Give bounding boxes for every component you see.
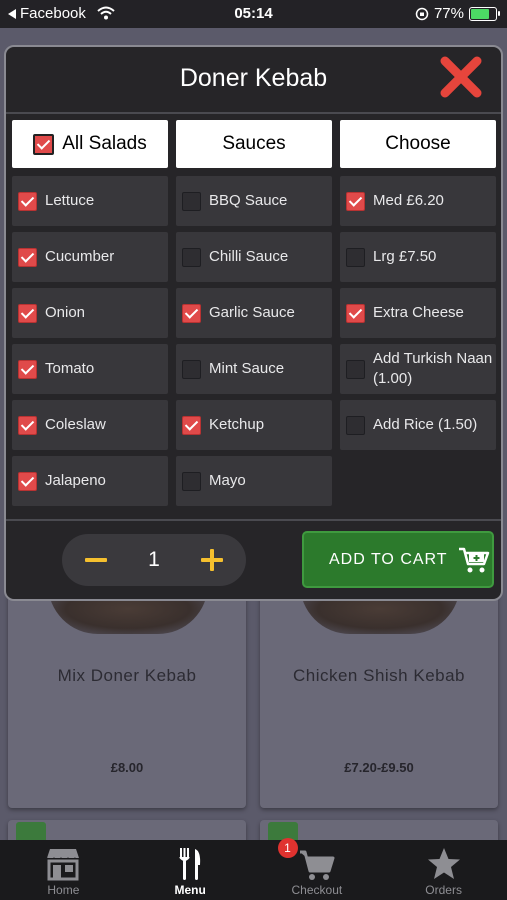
checkbox-icon (182, 471, 201, 491)
checkbox-icon (182, 359, 201, 379)
item-options-modal: Doner Kebab All Salads Lettuce Cucumber … (4, 45, 503, 601)
option-label: Extra Cheese (373, 303, 464, 321)
option-label: Cucumber (45, 247, 115, 265)
checkbox-icon (346, 359, 365, 379)
checkbox-icon (346, 191, 365, 211)
footer-divider (6, 519, 501, 521)
all-salads-toggle[interactable]: All Salads (12, 120, 168, 168)
option-med-size[interactable]: Med £6.20 (340, 176, 496, 226)
quantity-stepper: 1 (62, 534, 246, 586)
tab-home[interactable]: Home (0, 840, 127, 900)
menu-item-price: £7.20-£9.50 (344, 760, 414, 775)
add-to-cart-button[interactable]: ADD TO CART (302, 531, 494, 588)
option-coleslaw[interactable]: Coleslaw (12, 400, 168, 450)
option-add-rice[interactable]: Add Rice (1.50) (340, 400, 496, 450)
battery-percent: 77% (433, 5, 464, 22)
tab-orders[interactable]: Orders (380, 840, 507, 900)
option-label: Jalapeno (45, 471, 106, 489)
menu-item-card[interactable]: Chicken Shish Kebab £7.20-£9.50 (260, 584, 498, 808)
checkbox-icon (18, 191, 37, 211)
add-to-cart-label: ADD TO CART (329, 550, 448, 568)
checkbox-icon (18, 471, 37, 491)
option-label: Ketchup (209, 415, 265, 433)
checkbox-icon (182, 191, 201, 211)
option-ketchup[interactable]: Ketchup (176, 400, 332, 450)
option-turkish-naan[interactable]: Add Turkish Naan (1.00) (340, 344, 496, 394)
option-tomato[interactable]: Tomato (12, 344, 168, 394)
close-x-icon[interactable] (437, 55, 485, 99)
checkbox-icon (346, 247, 365, 267)
choose-column: Choose Med £6.20 Lrg £7.50 Extra Cheese … (340, 120, 496, 450)
battery-icon (469, 6, 500, 21)
orientation-lock-icon (415, 7, 429, 20)
star-icon (427, 848, 460, 879)
option-label: Lettuce (45, 191, 95, 209)
option-mayo[interactable]: Mayo (176, 456, 332, 506)
cart-count-badge: 1 (277, 838, 298, 858)
checkbox-icon (346, 415, 365, 435)
cart-icon (299, 850, 335, 880)
option-label: Coleslaw (45, 415, 106, 433)
checkbox-icon (33, 133, 55, 155)
option-label: Tomato (45, 359, 95, 377)
status-bar: Facebook 05:14 77% (0, 0, 507, 28)
menu-item-price: £8.00 (110, 760, 144, 775)
option-garlic-sauce[interactable]: Garlic Sauce (176, 288, 332, 338)
checkbox-icon (18, 247, 37, 267)
menu-item-name: Mix Doner Kebab (57, 666, 197, 685)
sauces-header[interactable]: Sauces (176, 120, 332, 168)
checkbox-icon (182, 303, 201, 323)
column-header-label: Choose (385, 133, 451, 154)
option-extra-cheese[interactable]: Extra Cheese (340, 288, 496, 338)
checkbox-icon (182, 415, 201, 435)
tab-label: Home (47, 883, 80, 897)
option-onion[interactable]: Onion (12, 288, 168, 338)
column-header-label: All Salads (62, 133, 147, 154)
checkbox-icon (346, 303, 365, 323)
modal-header: Doner Kebab (6, 47, 501, 114)
option-label: Lrg £7.50 (373, 247, 437, 265)
option-cucumber[interactable]: Cucumber (12, 232, 168, 282)
tab-label: Orders (425, 883, 462, 897)
minus-icon[interactable] (76, 540, 116, 580)
option-label: Chilli Sauce (209, 247, 289, 265)
option-mint-sauce[interactable]: Mint Sauce (176, 344, 332, 394)
option-label: Garlic Sauce (209, 303, 295, 321)
option-label: Mint Sauce (209, 359, 285, 377)
option-label: Onion (45, 303, 86, 321)
menu-item-name: Chicken Shish Kebab (292, 666, 466, 685)
checkbox-icon (18, 303, 37, 323)
modal-title: Doner Kebab (179, 64, 328, 92)
option-label: Med £6.20 (373, 191, 444, 209)
option-jalapeno[interactable]: Jalapeno (12, 456, 168, 506)
fork-knife-icon (179, 848, 201, 880)
menu-item-card[interactable]: Mix Doner Kebab £8.00 (8, 584, 246, 808)
tab-label: Menu (174, 883, 206, 897)
option-lrg-size[interactable]: Lrg £7.50 (340, 232, 496, 282)
bottom-tab-bar: Home Menu 1 Checkout Orders (0, 838, 507, 900)
checkbox-icon (18, 415, 37, 435)
option-label: Add Turkish Naan (1.00) (373, 349, 493, 387)
checkbox-icon (182, 247, 201, 267)
sauces-column: Sauces BBQ Sauce Chilli Sauce Garlic Sau… (176, 120, 332, 506)
cart-add-icon (458, 547, 489, 572)
option-lettuce[interactable]: Lettuce (12, 176, 168, 226)
column-header-label: Sauces (222, 133, 286, 154)
option-label: Add Rice (1.50) (373, 415, 478, 433)
tab-checkout[interactable]: 1 Checkout (254, 838, 381, 900)
option-label: Mayo (209, 471, 246, 489)
checkbox-icon (18, 359, 37, 379)
option-label: BBQ Sauce (209, 191, 288, 209)
tab-label: Checkout (291, 883, 343, 897)
option-chilli-sauce[interactable]: Chilli Sauce (176, 232, 332, 282)
tab-menu[interactable]: Menu (127, 840, 254, 900)
plus-icon[interactable] (192, 540, 232, 580)
choose-header[interactable]: Choose (340, 120, 496, 168)
salads-column: All Salads Lettuce Cucumber Onion Tomato… (12, 120, 168, 506)
option-bbq-sauce[interactable]: BBQ Sauce (176, 176, 332, 226)
quantity-value: 1 (148, 548, 160, 571)
store-icon (46, 849, 80, 881)
